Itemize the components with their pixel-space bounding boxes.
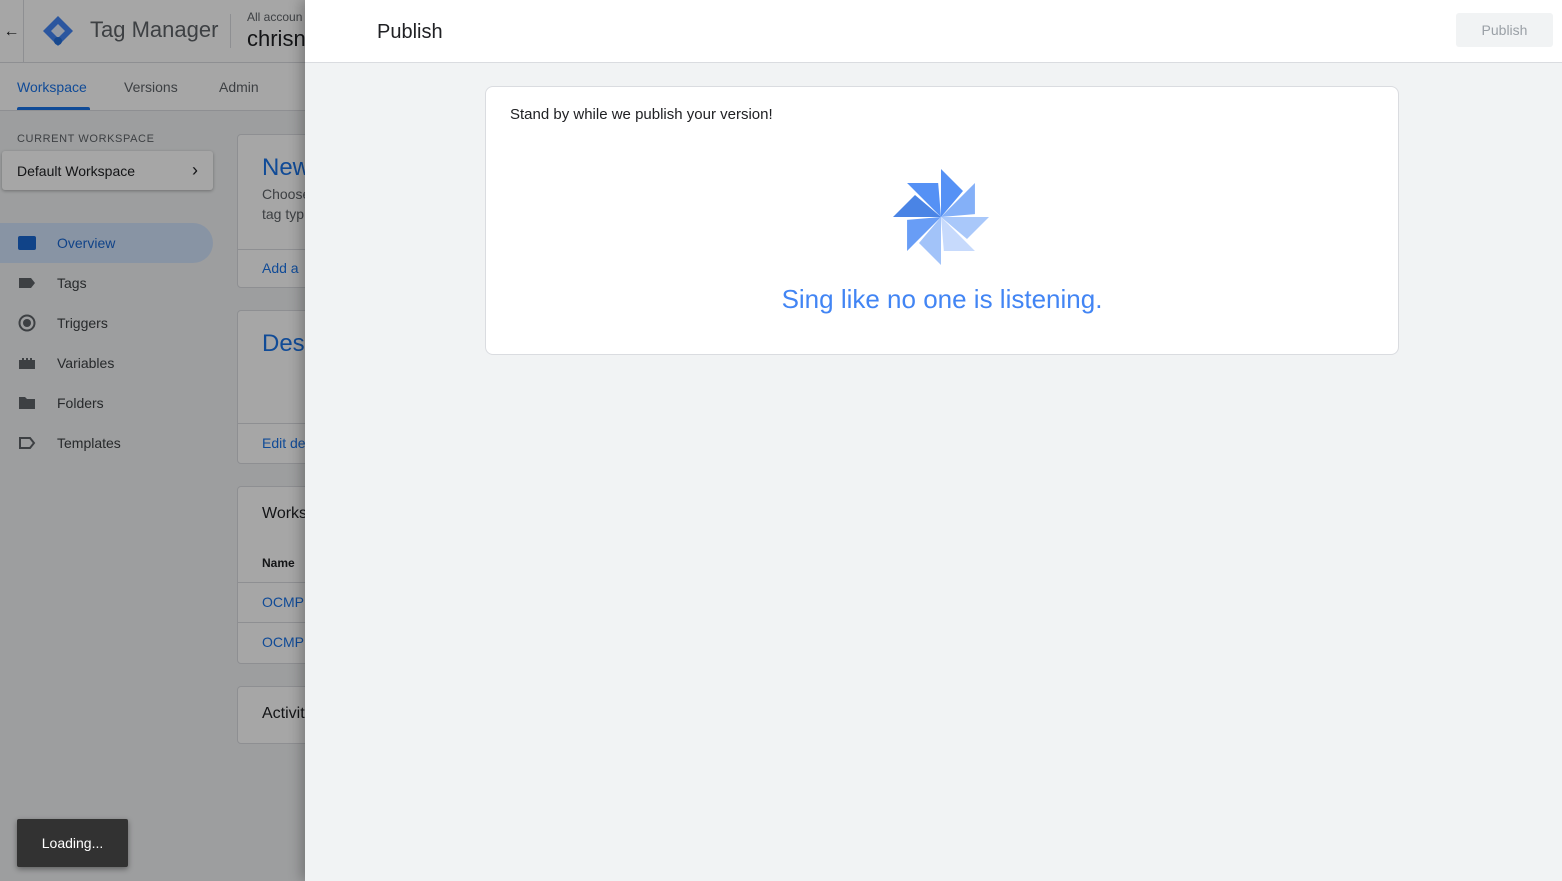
panel-title: Publish (377, 21, 443, 43)
publish-panel-header: Publish Publish (305, 0, 1562, 63)
status-message: Stand by while we publish your version! (510, 106, 773, 123)
loading-toast: Loading... (17, 819, 128, 867)
publish-tagline: Sing like no one is listening. (781, 284, 1103, 314)
pinwheel-spinner-icon (893, 169, 989, 265)
publish-button[interactable]: Publish (1456, 13, 1553, 47)
publish-panel: Publish Publish Stand by while we publis… (305, 0, 1562, 881)
publish-status-card: Stand by while we publish your version! … (485, 86, 1399, 355)
